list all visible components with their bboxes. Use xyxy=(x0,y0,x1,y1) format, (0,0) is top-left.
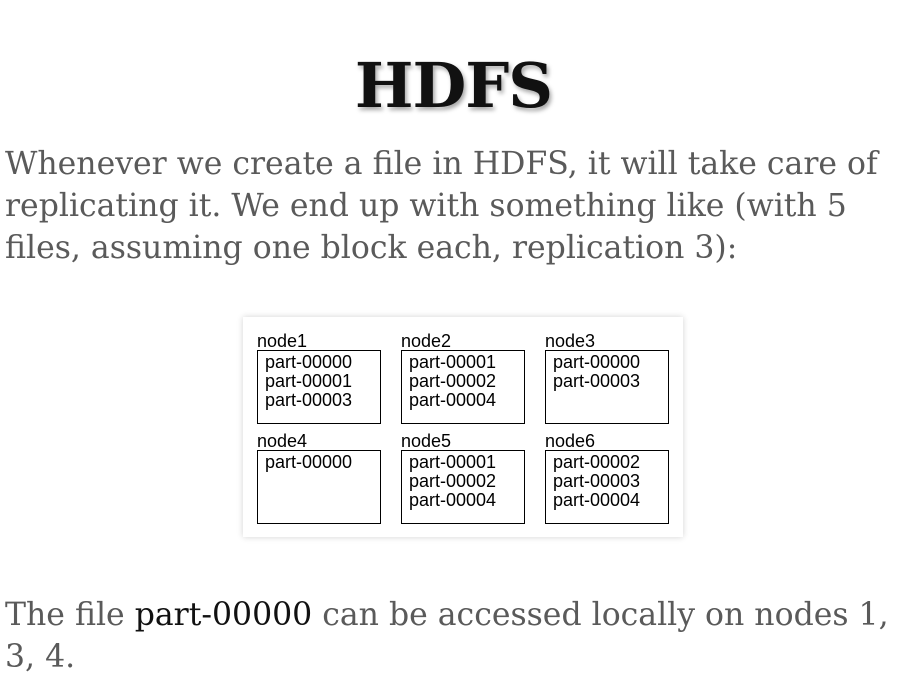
conclusion-paragraph: The file part-00000 can be accessed loca… xyxy=(5,594,905,678)
file-name-code: part-00000 xyxy=(134,597,313,633)
file-part: part-00000 xyxy=(265,352,353,372)
node-box: part-00001 part-00002 part-00004 xyxy=(401,450,525,524)
node-label: node5 xyxy=(401,431,452,451)
node-1: node1 part-00000 part-00001 part-00003 xyxy=(257,332,381,424)
file-part xyxy=(258,491,380,510)
file-part: part-00002 xyxy=(409,471,497,491)
slide-title: HDFS xyxy=(354,49,553,122)
file-part: part-00001 xyxy=(409,352,497,372)
node-box: part-00001 part-00002 part-00004 xyxy=(401,350,525,424)
file-part: part-00004 xyxy=(409,390,497,410)
node-label: node2 xyxy=(401,331,452,351)
intro-paragraph: Whenever we create a file in HDFS, it wi… xyxy=(5,146,878,266)
node-box: part-00000 xyxy=(257,450,381,524)
node-3: node3 part-00000 part-00003 xyxy=(545,332,669,424)
node-box: part-00002 part-00003 part-00004 xyxy=(545,450,669,524)
file-part: part-00000 xyxy=(265,452,353,472)
file-part: part-00003 xyxy=(265,390,353,410)
node-label: node4 xyxy=(257,431,308,451)
file-part: part-00003 xyxy=(553,471,641,491)
conclusion-prefix: The file xyxy=(5,597,135,633)
file-part: part-00002 xyxy=(409,371,497,391)
file-part: part-00004 xyxy=(553,490,641,510)
file-part: part-00001 xyxy=(265,371,353,391)
node-5: node5 part-00001 part-00002 part-00004 xyxy=(401,432,525,524)
file-part xyxy=(258,472,380,491)
file-part: part-00002 xyxy=(553,452,641,472)
node-6: node6 part-00002 part-00003 part-00004 xyxy=(545,432,669,524)
file-part: part-00000 xyxy=(553,352,641,372)
node-label: node3 xyxy=(545,331,596,351)
hdfs-replication-diagram: node1 part-00000 part-00001 part-00003 n… xyxy=(243,317,683,537)
node-2: node2 part-00001 part-00002 part-00004 xyxy=(401,332,525,424)
node-label: node1 xyxy=(257,331,308,351)
node-box: part-00000 part-00003 xyxy=(545,350,669,424)
file-part: part-00003 xyxy=(553,371,641,391)
node-label: node6 xyxy=(545,431,596,451)
file-part: part-00001 xyxy=(409,452,497,472)
file-part: part-00004 xyxy=(409,490,497,510)
node-box: part-00000 part-00001 part-00003 xyxy=(257,350,381,424)
file-part xyxy=(546,391,668,410)
node-4: node4 part-00000 xyxy=(257,432,381,524)
